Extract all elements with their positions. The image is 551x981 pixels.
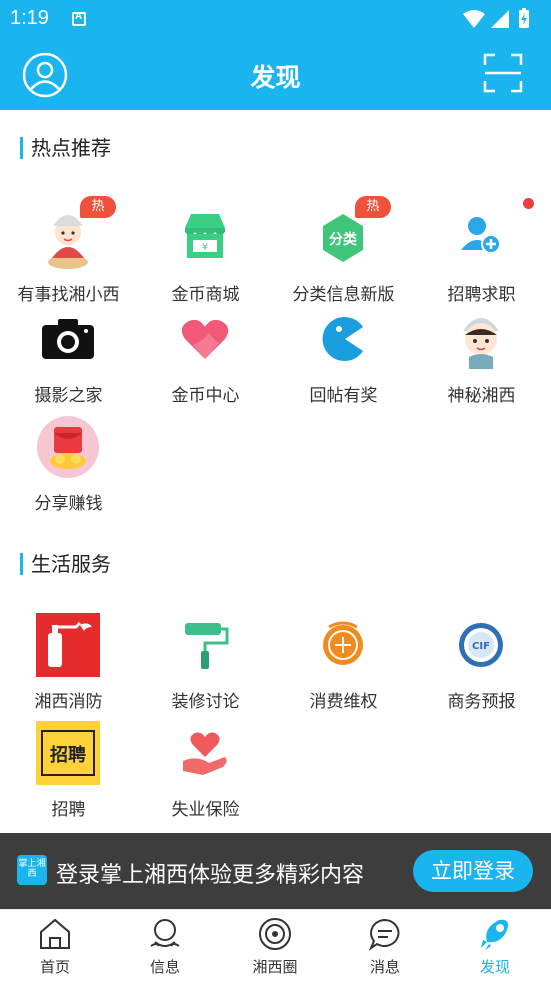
grid-item-decoration[interactable]: 装修讨论	[137, 613, 274, 713]
tab-label: 首页	[39, 958, 70, 976]
notification-dot	[523, 198, 534, 209]
grid-item-photography[interactable]: 摄影之家	[0, 307, 137, 407]
grid-item-label: 神秘湘西	[447, 386, 516, 406]
grid-item-label: 分享赚钱	[34, 494, 103, 514]
tab-discover[interactable]: 发现	[440, 910, 550, 981]
hot-badge: 热	[80, 196, 116, 218]
login-prompt-text: 登录掌上湘西体验更多精彩内容	[56, 863, 365, 888]
svg-text:CIF: CIF	[472, 641, 490, 652]
tab-info[interactable]: 信息	[110, 910, 220, 981]
grid-item-label: 金币中心	[171, 386, 240, 406]
recruit-sign-icon: 招聘	[36, 721, 100, 785]
page-title: 发现	[250, 63, 301, 92]
grid-item-recruit[interactable]: 招聘 招聘	[0, 721, 137, 821]
cif-icon: CIF	[459, 623, 503, 667]
grid-item-label: 消费维权	[309, 692, 378, 712]
app-logo-icon: 掌上湘西	[17, 855, 47, 885]
grid-item-classified[interactable]: 分类 热 分类信息新版	[275, 196, 412, 306]
grid-item-label: 招聘	[51, 800, 86, 820]
grid-item-coin-mall[interactable]: ¥ 金币商城	[137, 206, 274, 306]
grid-item-mystery-xiangxi[interactable]: 神秘湘西	[413, 307, 550, 407]
svg-text:分类: 分类	[329, 231, 358, 248]
grid-item-label: 招聘求职	[447, 285, 516, 305]
rocket-icon	[481, 919, 508, 950]
home-icon	[40, 918, 70, 949]
grid-item-business[interactable]: CIF 商务预报	[413, 613, 550, 713]
grid-item-label: 商务预报	[447, 692, 516, 712]
store-icon: ¥	[185, 214, 225, 258]
grid-item-label: 金币商城	[171, 285, 240, 305]
user-add-icon	[461, 217, 501, 254]
tab-label: 消息	[369, 958, 400, 976]
grid-item-label: 装修讨论	[171, 692, 240, 712]
notification-icon	[72, 11, 86, 26]
grid-item-consumer[interactable]: 消费维权	[275, 613, 412, 713]
heart-icon	[181, 319, 229, 359]
grid-item-share-earn[interactable]: 分享赚钱	[0, 415, 137, 515]
grid-item-jobs[interactable]: 招聘求职	[413, 198, 550, 306]
grid-item-unemployment[interactable]: 失业保险	[137, 721, 274, 821]
grid-item-xiaoxi[interactable]: 热 有事找湘小西	[0, 196, 137, 306]
app-header: 发现	[0, 38, 551, 110]
tab-messages[interactable]: 消息	[330, 910, 440, 981]
status-bar: 1:19	[0, 0, 551, 38]
system-status-icons	[463, 8, 529, 28]
grid-item-fire[interactable]: 湘西消防	[0, 613, 137, 713]
tab-home[interactable]: 首页	[0, 910, 110, 981]
discover-page: 1:19 发现 热点推荐	[0, 0, 551, 981]
fire-extinguisher-icon	[36, 613, 100, 677]
tab-label: 信息	[149, 958, 180, 976]
grid-item-label: 分类信息新版	[292, 285, 395, 305]
insurance-hand-icon	[183, 732, 227, 775]
svg-text:¥: ¥	[202, 242, 208, 253]
tab-circle[interactable]: 湘西圈	[220, 910, 330, 981]
section-title-hot: 热点推荐	[20, 137, 111, 159]
camera-icon	[36, 307, 100, 371]
grid-item-label: 摄影之家	[34, 386, 103, 406]
info-icon	[150, 919, 180, 947]
consumer-rights-icon	[323, 621, 363, 665]
tab-label: 湘西圈	[252, 958, 298, 976]
grid-item-label: 湘西消防	[34, 692, 103, 712]
section-title-life: 生活服务	[20, 553, 111, 575]
message-icon	[368, 918, 400, 951]
grid-item-label: 回帖有奖	[309, 386, 378, 406]
reply-reward-icon	[322, 317, 363, 361]
grid-item-reply-reward[interactable]: 回帖有奖	[275, 307, 412, 407]
hot-badge: 热	[355, 196, 391, 218]
bottom-tab-bar: 首页 信息 湘西圈 消息 发现	[0, 909, 551, 981]
scan-icon	[483, 53, 523, 93]
grid-item-label: 有事找湘小西	[17, 285, 120, 305]
paint-roller-icon	[185, 623, 229, 669]
grid-item-label: 失业保险	[171, 800, 240, 820]
login-prompt-bar: 掌上湘西 登录掌上湘西体验更多精彩内容 立即登录	[0, 833, 551, 909]
boy-mascot-icon	[463, 318, 499, 369]
login-button[interactable]: 立即登录	[413, 850, 533, 892]
red-packet-icon	[37, 416, 99, 478]
svg-text:招聘: 招聘	[50, 744, 86, 766]
status-time: 1:19	[10, 7, 49, 29]
scan-button[interactable]	[483, 53, 523, 93]
circle-icon	[259, 918, 291, 950]
grid-item-coin-center[interactable]: 金币中心	[137, 307, 274, 407]
tab-label: 发现	[479, 958, 510, 976]
